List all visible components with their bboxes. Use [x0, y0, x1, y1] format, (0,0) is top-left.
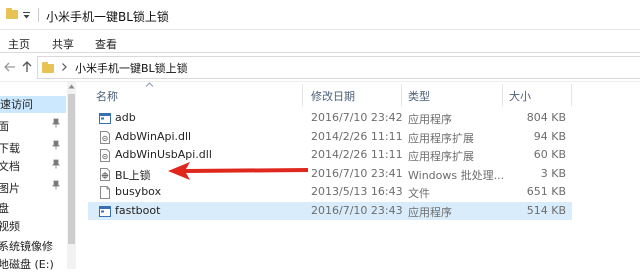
file-size: 94 KB — [533, 130, 566, 143]
exe-icon — [99, 206, 111, 217]
column-divider[interactable] — [571, 84, 572, 106]
column-divider[interactable] — [502, 84, 503, 106]
file-size: 60 KB — [533, 148, 566, 161]
nav-item-videos[interactable]: 视频 — [0, 218, 20, 234]
back-arrow-icon[interactable] — [3, 60, 17, 74]
file-date: 2016/7/10 23:41 — [311, 167, 403, 180]
folder-icon[interactable] — [6, 8, 18, 19]
nav-item-desktop[interactable]: 面 — [0, 118, 9, 134]
file-date: 2014/2/26 11:11 — [311, 130, 403, 143]
nav-item-drive[interactable]: 盘 — [0, 200, 9, 216]
address-folder-icon — [42, 62, 54, 73]
scroll-up-arrow-icon[interactable] — [68, 84, 75, 89]
file-name: AdbWinApi.dll — [115, 130, 192, 143]
window-title: 小米手机一键BL锁上锁 — [46, 10, 169, 24]
quick-access-dropdown-icon[interactable] — [22, 11, 31, 20]
file-name: fastboot — [115, 204, 161, 217]
nav-item-quick-access[interactable]: 速访问 — [0, 96, 66, 113]
file-type: Windows 批处理... — [408, 169, 505, 182]
nav-scrollbar[interactable] — [67, 82, 76, 269]
column-header-size[interactable]: 大小 — [509, 88, 531, 104]
column-divider[interactable] — [401, 84, 402, 106]
file-type: 应用程序扩展 — [408, 150, 474, 163]
column-header-name[interactable]: 名称 — [96, 88, 118, 104]
nav-item-local-disk-e[interactable]: 地磁盘 (E:) — [0, 256, 54, 272]
file-size: 651 KB — [526, 185, 566, 198]
tab-home[interactable]: 主页 — [8, 36, 30, 52]
scrollbar-thumb[interactable] — [68, 94, 75, 244]
exe-icon — [99, 113, 111, 124]
column-header-type[interactable]: 类型 — [408, 88, 430, 104]
nav-item-documents[interactable]: 文档 — [0, 158, 20, 174]
file-date: 2016/7/10 23:42 — [311, 111, 403, 124]
file-icon — [100, 186, 110, 199]
pin-icon[interactable] — [52, 118, 60, 128]
address-path[interactable]: 小米手机一键BL锁上锁 — [75, 60, 188, 76]
file-type: 应用程序 — [408, 206, 452, 219]
pin-icon[interactable] — [52, 180, 60, 190]
column-divider[interactable] — [302, 84, 303, 106]
nav-item-pictures[interactable]: 图片 — [0, 180, 20, 196]
pin-icon[interactable] — [52, 140, 60, 150]
file-size: 804 KB — [526, 111, 566, 124]
red-arrow-annotation — [168, 162, 308, 180]
file-size: 3 KB — [540, 167, 566, 180]
file-type: 应用程序扩展 — [408, 132, 474, 145]
file-type: 文件 — [408, 187, 430, 200]
file-size: 514 KB — [526, 204, 566, 217]
file-date: 2016/7/10 23:43 — [311, 204, 403, 217]
sort-caret-icon — [145, 82, 154, 87]
file-name: adb — [115, 111, 136, 124]
column-header-date[interactable]: 修改日期 — [311, 88, 355, 104]
file-type: 应用程序 — [408, 113, 452, 126]
file-name: BL上锁 — [115, 169, 151, 182]
up-arrow-icon[interactable] — [20, 60, 34, 74]
dll-icon — [100, 149, 110, 162]
tab-view[interactable]: 查看 — [95, 36, 117, 52]
batch-icon — [100, 168, 110, 181]
file-date: 2013/5/13 16:43 — [311, 185, 403, 198]
nav-item-downloads[interactable]: 下载 — [0, 140, 20, 156]
tab-share[interactable]: 共享 — [52, 36, 74, 52]
breadcrumb-chevron-icon[interactable] — [61, 62, 68, 72]
file-date: 2014/2/26 11:11 — [311, 148, 403, 161]
dll-icon — [100, 131, 110, 144]
file-name: busybox — [115, 185, 162, 198]
title-separator — [38, 8, 39, 22]
pin-icon[interactable] — [52, 159, 60, 169]
nav-item-system-image[interactable]: 系统镜像修 — [0, 238, 53, 254]
